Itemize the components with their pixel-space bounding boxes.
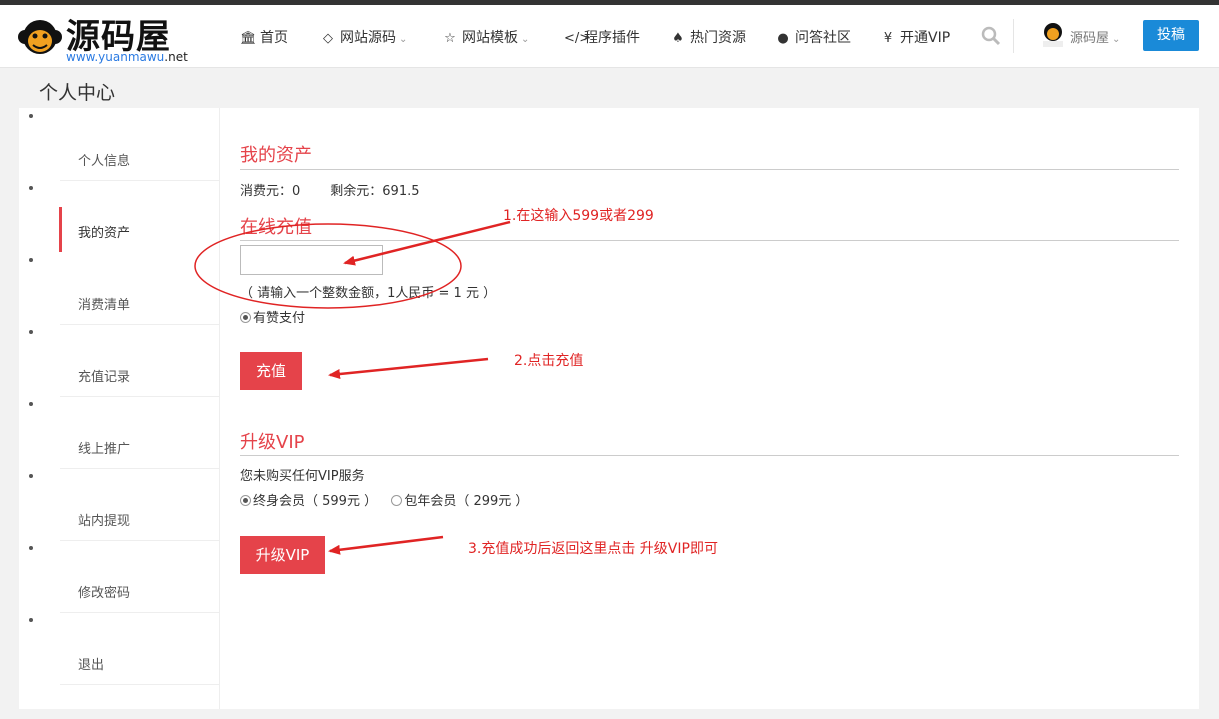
annotation-overlay xyxy=(194,220,511,555)
annotation-step1: 1.在这输入599或者299 xyxy=(503,208,654,224)
annotation-step2: 2.点击充值 xyxy=(514,353,584,369)
annotation-step3: 3.充值成功后返回这里点击 升级VIP即可 xyxy=(468,541,718,557)
annotation-arrow-2 xyxy=(328,357,489,379)
annotation-arrow-3 xyxy=(328,535,444,555)
annotation-ellipse xyxy=(194,223,462,309)
annotation-arrow-1 xyxy=(343,220,511,266)
